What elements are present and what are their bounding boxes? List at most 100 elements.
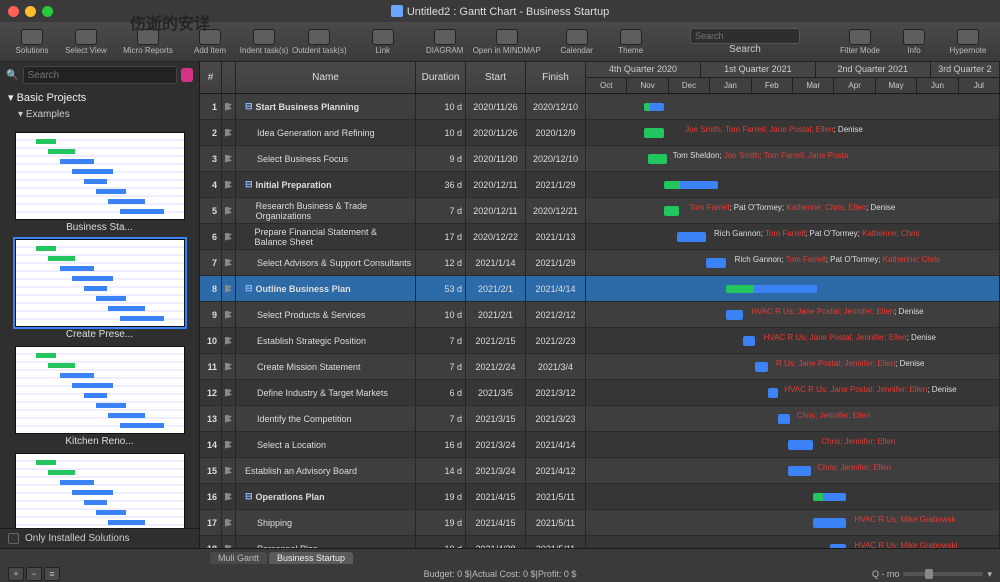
task-flag[interactable] <box>222 484 236 509</box>
task-name[interactable]: Prepare Financial Statement & Balance Sh… <box>236 224 416 249</box>
task-start[interactable]: 2021/3/5 <box>466 380 526 405</box>
task-start[interactable]: 2021/3/24 <box>466 432 526 457</box>
task-finish[interactable]: 2021/3/23 <box>526 406 586 431</box>
month-head[interactable]: Nov <box>627 78 668 94</box>
task-flag[interactable] <box>222 380 236 405</box>
task-timeline[interactable] <box>586 484 1000 509</box>
task-start[interactable]: 2021/4/28 <box>466 536 526 548</box>
toolbar-additem[interactable]: Add Item <box>184 24 236 60</box>
task-start[interactable]: 2021/4/15 <box>466 510 526 535</box>
task-flag[interactable] <box>222 120 236 145</box>
task-duration[interactable]: 36 d <box>416 172 466 197</box>
col-finish[interactable]: Finish <box>526 62 586 93</box>
tree-examples[interactable]: ▾ Examples <box>0 107 199 122</box>
toolbar-diagram[interactable]: DIAGRAM <box>419 24 471 60</box>
col-duration[interactable]: Duration <box>416 62 466 93</box>
task-name[interactable]: Personnel Plan <box>236 536 416 548</box>
task-start[interactable]: 2020/11/30 <box>466 146 526 171</box>
task-row[interactable]: 7Select Advisors & Support Consultants12… <box>200 250 1000 276</box>
task-start[interactable]: 2020/12/11 <box>466 198 526 223</box>
task-timeline[interactable]: HVAC R Us; Mike Grabowsk <box>586 510 1000 535</box>
zoom-slider[interactable] <box>903 572 983 576</box>
task-finish[interactable]: 2021/1/29 <box>526 172 586 197</box>
task-name[interactable]: Research Business & Trade Organizations <box>236 198 416 223</box>
gantt-bar[interactable] <box>788 440 813 450</box>
month-head[interactable]: Jun <box>917 78 958 94</box>
task-timeline[interactable] <box>586 276 1000 301</box>
task-duration[interactable]: 16 d <box>416 432 466 457</box>
task-flag[interactable] <box>222 250 236 275</box>
task-finish[interactable]: 2021/4/12 <box>526 458 586 483</box>
task-name[interactable]: ⊟Operations Plan <box>236 484 416 509</box>
task-finish[interactable]: 2020/12/21 <box>526 198 586 223</box>
task-timeline[interactable] <box>586 94 1000 119</box>
month-head[interactable]: Mar <box>793 78 834 94</box>
toolbar-solutions[interactable]: Solutions <box>6 24 58 60</box>
col-flag[interactable] <box>222 62 236 93</box>
task-row[interactable]: 9Select Products & Services10 d2021/2/12… <box>200 302 1000 328</box>
task-row[interactable]: 14Select a Location16 d2021/3/242021/4/1… <box>200 432 1000 458</box>
task-row[interactable]: 3Select Business Focus9 d2020/11/302020/… <box>200 146 1000 172</box>
task-duration[interactable]: 19 d <box>416 510 466 535</box>
task-start[interactable]: 2021/4/15 <box>466 484 526 509</box>
tree-root[interactable]: ▾ Basic Projects <box>0 88 199 107</box>
month-head[interactable]: Apr <box>834 78 875 94</box>
task-row[interactable]: 18Personnel Plan10 d2021/4/282021/5/11HV… <box>200 536 1000 548</box>
task-name[interactable]: Select Advisors & Support Consultants <box>236 250 416 275</box>
task-flag[interactable] <box>222 406 236 431</box>
task-duration[interactable]: 10 d <box>416 302 466 327</box>
task-name[interactable]: ⊟Start Business Planning <box>236 94 416 119</box>
gantt-bar[interactable] <box>677 232 706 242</box>
task-name[interactable]: Select a Location <box>236 432 416 457</box>
task-row[interactable]: 17Shipping19 d2021/4/152021/5/11HVAC R U… <box>200 510 1000 536</box>
toolbar-link[interactable]: Link <box>357 24 409 60</box>
task-flag[interactable] <box>222 302 236 327</box>
task-name[interactable]: Shipping <box>236 510 416 535</box>
only-installed-checkbox[interactable] <box>8 533 19 544</box>
gantt-bar[interactable] <box>813 518 846 528</box>
task-timeline[interactable]: Tom Sheldon; Joe Smith; Tom Farrell; Jan… <box>586 146 1000 171</box>
task-duration[interactable]: 7 d <box>416 328 466 353</box>
task-timeline[interactable]: Rich Gannon; Tom Farrell; Pat O'Tormey; … <box>586 224 1000 249</box>
task-start[interactable]: 2021/2/1 <box>466 276 526 301</box>
task-row[interactable]: 16⊟Operations Plan19 d2021/4/152021/5/11 <box>200 484 1000 510</box>
task-start[interactable]: 2021/2/24 <box>466 354 526 379</box>
collapse-icon[interactable]: ⊟ <box>245 101 253 112</box>
task-timeline[interactable]: HVAC R Us; Jane Postal; Jennifer; Ellen;… <box>586 302 1000 327</box>
gantt-bar[interactable] <box>664 206 678 216</box>
toolbar-filtermode[interactable]: Filter Mode <box>834 24 886 60</box>
task-name[interactable]: Create Mission Statement <box>236 354 416 379</box>
task-name[interactable]: Define Industry & Target Markets <box>236 380 416 405</box>
col-number[interactable]: # <box>200 62 222 93</box>
task-flag[interactable] <box>222 536 236 548</box>
col-start[interactable]: Start <box>466 62 526 93</box>
gantt-bar[interactable] <box>755 362 767 372</box>
task-duration[interactable]: 6 d <box>416 380 466 405</box>
task-finish[interactable]: 2020/12/9 <box>526 120 586 145</box>
task-row[interactable]: 6Prepare Financial Statement & Balance S… <box>200 224 1000 250</box>
toolbar-hypernote[interactable]: Hypernote <box>942 24 994 60</box>
month-head[interactable]: Feb <box>752 78 793 94</box>
sheet-tab[interactable]: Business Startup <box>269 552 353 564</box>
task-timeline[interactable]: Chris; Jennifer; Ellen <box>586 458 1000 483</box>
gantt-bar[interactable] <box>664 181 718 189</box>
task-start[interactable]: 2021/1/14 <box>466 250 526 275</box>
task-name[interactable]: Establish Strategic Position <box>236 328 416 353</box>
task-name[interactable]: Establish an Advisory Board <box>236 458 416 483</box>
task-flag[interactable] <box>222 172 236 197</box>
task-timeline[interactable]: Chris; Jennifer; Ellen <box>586 406 1000 431</box>
task-name[interactable]: Identify the Competition <box>236 406 416 431</box>
toolbar-info[interactable]: Info <box>888 24 940 60</box>
gantt-bar[interactable] <box>830 544 847 548</box>
sidebar-badge-icon[interactable] <box>181 68 194 82</box>
collapse-icon[interactable]: ⊟ <box>245 283 253 294</box>
sheet-tab[interactable]: Muli Gantt <box>210 552 267 564</box>
task-timeline[interactable]: HVAC R Us; Mike Grabowski <box>586 536 1000 548</box>
month-head[interactable]: Dec <box>669 78 710 94</box>
task-flag[interactable] <box>222 458 236 483</box>
gantt-bar[interactable] <box>813 493 846 501</box>
collapse-icon[interactable]: ⊟ <box>245 179 253 190</box>
task-finish[interactable]: 2021/5/11 <box>526 484 586 509</box>
quarter-head[interactable]: 1st Quarter 2021 <box>701 62 816 78</box>
collapse-icon[interactable]: ⊟ <box>245 491 253 502</box>
